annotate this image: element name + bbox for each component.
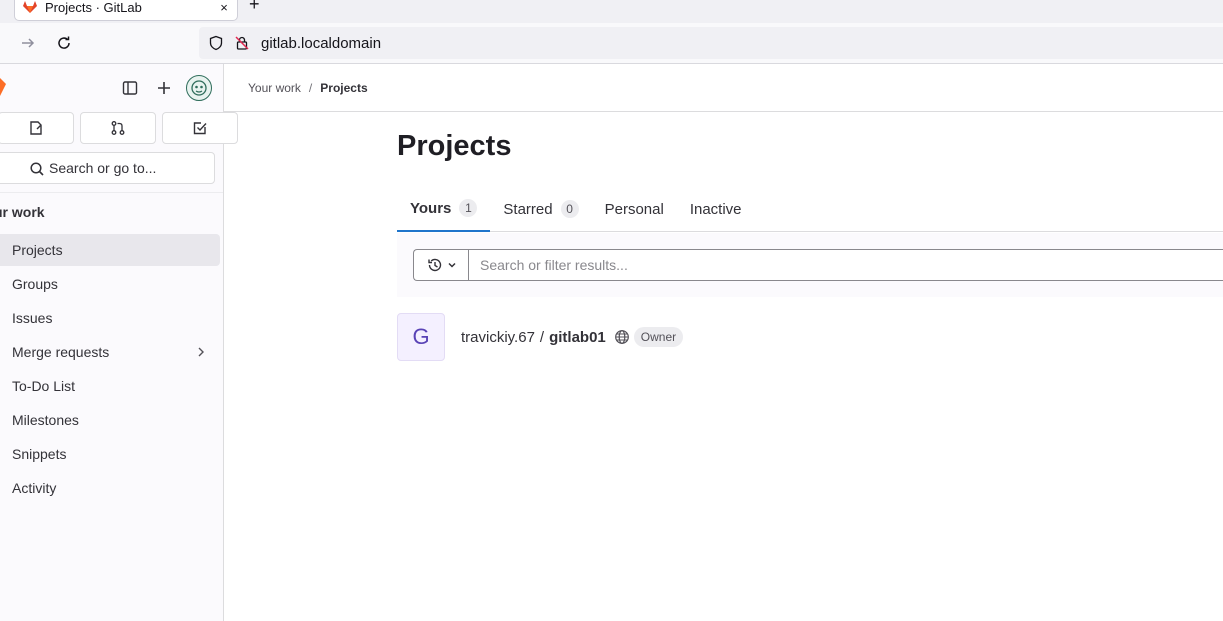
- sidebar-item-label: Issues: [12, 310, 53, 326]
- sidebar-item-merge-requests[interactable]: Merge requests: [0, 336, 220, 368]
- tab-label: Yours: [410, 199, 452, 217]
- url-text: gitlab.localdomain: [261, 34, 382, 52]
- new-tab-button[interactable]: +: [249, 0, 260, 15]
- page-title: Projects: [397, 130, 512, 162]
- todo-checkbox-icon: [193, 122, 207, 135]
- gitlab-logo-icon[interactable]: [0, 78, 6, 96]
- sidebar-section-title: ur work: [0, 204, 45, 220]
- sidebar-item-label: Activity: [12, 480, 57, 496]
- reload-button[interactable]: [52, 31, 76, 55]
- sidebar-item-activity[interactable]: Activity: [0, 472, 220, 504]
- create-new-button[interactable]: [152, 76, 176, 100]
- merge-requests-button[interactable]: [80, 112, 156, 144]
- project-namespace[interactable]: travickiy.67: [461, 329, 535, 346]
- recent-searches-dropdown[interactable]: [413, 249, 469, 281]
- tab-personal[interactable]: Personal: [592, 186, 677, 232]
- tab-label: Personal: [604, 200, 664, 218]
- tab-label: Inactive: [689, 200, 742, 218]
- search-icon: [30, 162, 44, 176]
- sidebar-nav: Projects Groups Issues Merge requests To…: [0, 234, 220, 506]
- breadcrumb-current[interactable]: Projects: [320, 81, 367, 95]
- tab-yours[interactable]: Yours 1: [397, 186, 491, 232]
- address-bar[interactable]: gitlab.localdomain: [199, 27, 1223, 59]
- browser-tab[interactable]: Projects · GitLab ×: [15, 0, 237, 20]
- sidebar-item-label: Projects: [12, 242, 63, 258]
- chevron-down-icon: [447, 262, 456, 268]
- breadcrumb: Your work / Projects: [224, 64, 1223, 112]
- sidebar-item-label: Milestones: [12, 412, 79, 428]
- project-title: travickiy.67 / gitlab01 Owner: [461, 327, 684, 347]
- tab-label: Starred: [503, 200, 553, 218]
- role-badge: Owner: [633, 327, 684, 347]
- breadcrumb-separator: /: [308, 80, 313, 95]
- history-icon: [427, 258, 441, 272]
- sidebar-item-projects[interactable]: Projects: [0, 234, 220, 266]
- insecure-lock-icon[interactable]: [231, 32, 253, 54]
- sidebar-item-snippets[interactable]: Snippets: [0, 438, 220, 470]
- sidebar-item-label: Snippets: [12, 446, 67, 462]
- sidebar-item-groups[interactable]: Groups: [0, 268, 220, 300]
- browser-navbar: gitlab.localdomain: [0, 23, 1223, 64]
- sidebar-header: [0, 64, 223, 112]
- sidebar-item-todo-list[interactable]: To-Do List: [0, 370, 220, 402]
- close-tab-icon[interactable]: ×: [211, 0, 237, 15]
- breadcrumb-your-work[interactable]: Your work: [248, 81, 301, 95]
- sidebar-item-label: Merge requests: [12, 344, 110, 360]
- sidebar-item-label: To-Do List: [12, 378, 76, 394]
- todo-button[interactable]: [162, 112, 238, 144]
- tab-inactive[interactable]: Inactive: [677, 186, 755, 232]
- user-avatar-icon: [191, 80, 207, 96]
- shield-icon[interactable]: [205, 32, 227, 54]
- plus-icon: [158, 82, 170, 94]
- project-avatar[interactable]: G: [397, 313, 445, 361]
- sidebar-item-issues[interactable]: Issues: [0, 302, 220, 334]
- filter-search-input[interactable]: [468, 249, 1223, 281]
- filter-bar: [397, 233, 1223, 297]
- project-list-item: G travickiy.67 / gitlab01 Owner: [397, 313, 684, 361]
- browser-tab-title: Projects · GitLab: [45, 0, 142, 15]
- user-avatar[interactable]: [186, 75, 212, 101]
- chevron-right-icon: [198, 347, 204, 357]
- tab-starred[interactable]: Starred 0: [490, 186, 591, 232]
- sidebar-divider: [0, 192, 223, 193]
- sidebar-toggle-icon: [122, 81, 138, 95]
- project-name-link[interactable]: gitlab01: [549, 329, 606, 346]
- globe-icon: [614, 329, 630, 345]
- merge-request-icon: [111, 121, 125, 135]
- left-sidebar: Search or go to... ur work Projects Grou…: [0, 64, 238, 621]
- project-path-separator: /: [539, 328, 545, 346]
- forward-button[interactable]: [16, 31, 40, 55]
- issues-icon: [30, 121, 42, 135]
- toggle-sidebar-button[interactable]: [118, 76, 142, 100]
- sidebar-item-milestones[interactable]: Milestones: [0, 404, 220, 436]
- assigned-issues-button[interactable]: [0, 112, 74, 144]
- browser-tab-strip: Projects · GitLab × +: [0, 0, 1223, 23]
- project-tabs: Yours 1 Starred 0 Personal Inactive: [397, 186, 1223, 232]
- tab-count-badge: 0: [560, 200, 579, 218]
- sidebar-item-label: Groups: [12, 276, 58, 292]
- tab-count-badge: 1: [459, 199, 478, 217]
- search-label: Search or go to...: [49, 160, 157, 176]
- reload-icon: [58, 36, 70, 49]
- arrow-right-icon: [22, 38, 35, 48]
- gitlab-favicon-icon: [23, 1, 37, 13]
- quick-actions: [0, 112, 238, 144]
- search-or-go-to-button[interactable]: Search or go to...: [0, 152, 215, 184]
